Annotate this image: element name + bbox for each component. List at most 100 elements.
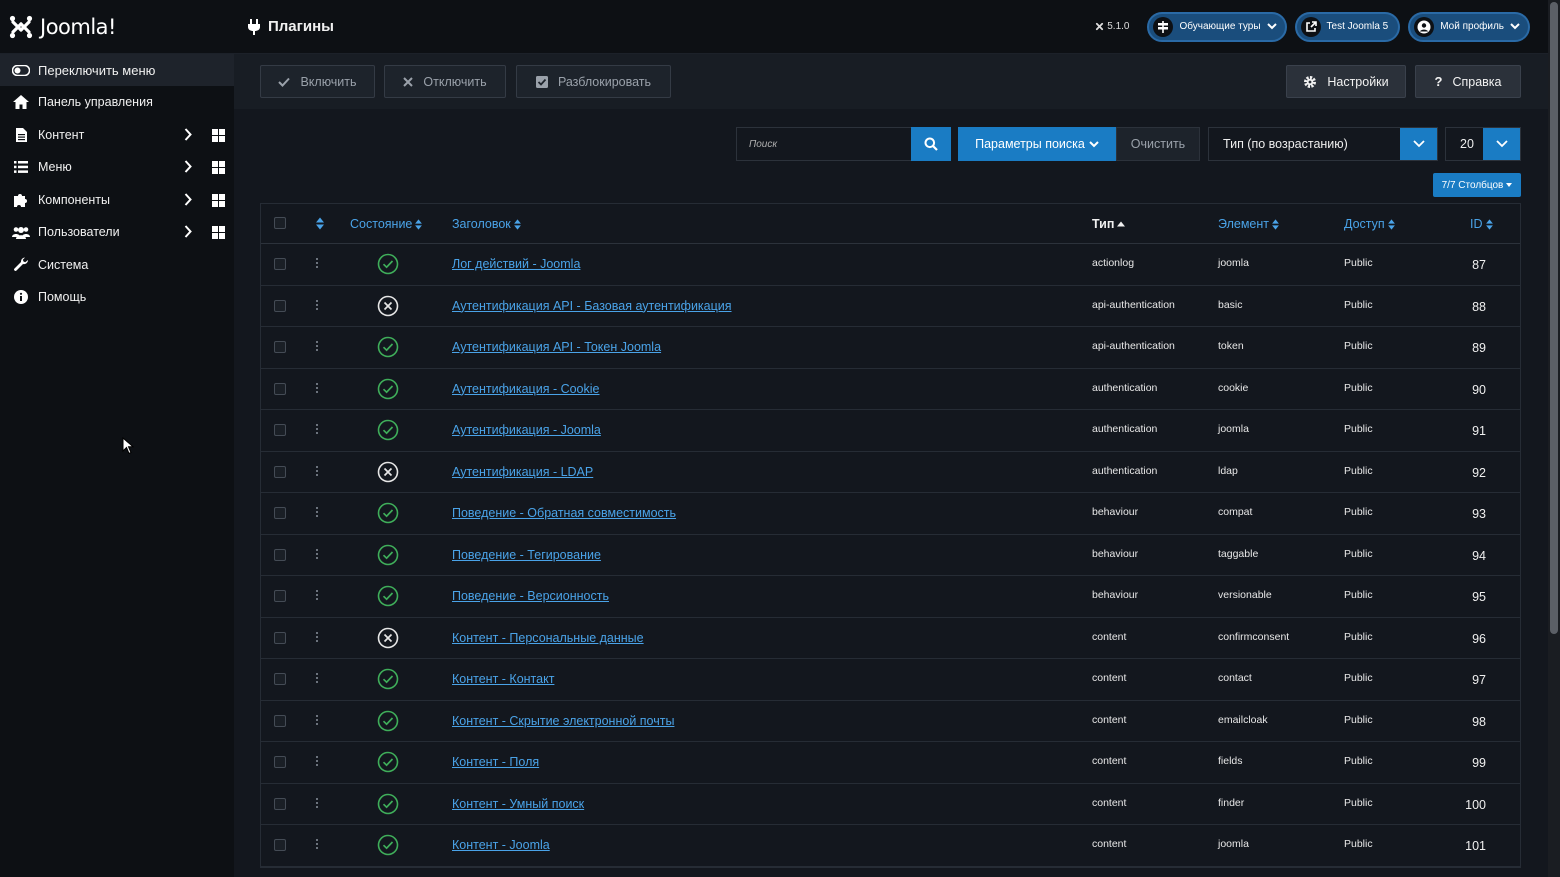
unlock-button[interactable]: Разблокировать <box>516 65 671 98</box>
th-type[interactable]: Тип <box>1092 217 1126 231</box>
enabled-status-icon[interactable] <box>377 502 399 524</box>
row-checkbox[interactable] <box>274 507 286 519</box>
row-checkbox[interactable] <box>274 631 286 644</box>
search-button[interactable] <box>911 127 951 161</box>
sort-icon[interactable] <box>316 217 324 230</box>
plugin-title-link[interactable]: Лог действий - Joomla <box>452 257 580 271</box>
row-checkbox[interactable] <box>274 797 286 810</box>
enabled-status-icon[interactable] <box>377 544 399 566</box>
drag-handle-icon[interactable] <box>316 797 319 810</box>
plugin-title-link[interactable]: Контент - Скрытие электронной почты <box>452 714 674 728</box>
profile-button[interactable]: Мой профиль <box>1408 11 1530 42</box>
th-title[interactable]: Заголовок <box>452 217 521 231</box>
row-checkbox[interactable] <box>274 714 286 727</box>
row-checkbox[interactable] <box>274 382 286 395</box>
scrollbar-thumb[interactable] <box>1550 2 1558 634</box>
dashboard-grid-icon[interactable] <box>212 161 225 174</box>
plugin-title-link[interactable]: Аутентификация - LDAP <box>452 465 593 479</box>
drag-handle-icon[interactable] <box>316 341 319 353</box>
row-checkbox[interactable] <box>274 839 286 851</box>
plugin-title-link[interactable]: Контент - Контакт <box>452 672 554 686</box>
row-checkbox[interactable] <box>274 424 286 436</box>
drag-handle-icon[interactable] <box>316 631 319 644</box>
guided-tours-button[interactable]: Обучающие туры <box>1147 11 1287 42</box>
drag-handle-icon[interactable] <box>316 839 319 851</box>
sidebar-item-content[interactable]: Контент <box>0 119 234 152</box>
plugin-title-link[interactable]: Контент - Умный поиск <box>452 797 584 811</box>
enable-button[interactable]: Включить <box>260 65 375 98</box>
sidebar-item-menus[interactable]: Меню <box>0 151 234 184</box>
plugin-title-link[interactable]: Поведение - Версионность <box>452 589 609 603</box>
enabled-status-icon[interactable] <box>377 378 399 400</box>
plugin-title-link[interactable]: Контент - Персональные данные <box>452 631 644 645</box>
enabled-status-icon[interactable] <box>377 793 399 815</box>
scrollbar[interactable] <box>1548 0 1560 877</box>
drag-handle-icon[interactable] <box>316 465 319 478</box>
select-all-checkbox[interactable] <box>274 217 286 229</box>
drag-handle-icon[interactable] <box>316 714 319 727</box>
th-status[interactable]: Состояние <box>350 217 423 231</box>
th-element[interactable]: Элемент <box>1218 217 1279 231</box>
th-access[interactable]: Доступ <box>1344 217 1395 231</box>
sidebar-item-users[interactable]: Пользователи <box>0 216 234 249</box>
row-checkbox[interactable] <box>274 673 286 685</box>
row-checkbox[interactable] <box>274 299 286 312</box>
dashboard-grid-icon[interactable] <box>212 193 225 207</box>
drag-handle-icon[interactable] <box>316 382 319 395</box>
sidebar-item-system[interactable]: Система <box>0 249 234 282</box>
enabled-status-icon[interactable] <box>377 751 399 773</box>
plugin-title-link[interactable]: Контент - Joomla <box>452 838 550 852</box>
enabled-status-icon[interactable] <box>377 253 399 275</box>
row-checkbox[interactable] <box>274 341 286 353</box>
drag-handle-icon[interactable] <box>316 673 319 685</box>
chevron-right-icon[interactable] <box>184 225 192 238</box>
enabled-status-icon[interactable] <box>377 668 399 690</box>
enabled-status-icon[interactable] <box>377 419 399 441</box>
chevron-right-icon[interactable] <box>184 160 192 173</box>
drag-handle-icon[interactable] <box>316 507 319 519</box>
disable-button[interactable]: Отключить <box>384 65 506 98</box>
plugin-title-link[interactable]: Поведение - Обратная совместимость <box>452 506 676 520</box>
drag-handle-icon[interactable] <box>316 548 319 561</box>
columns-button[interactable]: 7/7 Столбцов <box>1433 173 1521 197</box>
search-options-button[interactable]: Параметры поиска <box>958 127 1116 161</box>
sidebar-item-help[interactable]: Помощь <box>0 281 234 314</box>
drag-handle-icon[interactable] <box>316 590 319 602</box>
clear-button[interactable]: Очистить <box>1116 127 1200 161</box>
joomla-logo[interactable]: Joomla! <box>0 0 234 54</box>
plugin-title-link[interactable]: Аутентификация API - Токен Joomla <box>452 340 661 354</box>
site-link-button[interactable]: Test Joomla 5 <box>1294 11 1401 42</box>
plugin-title-link[interactable]: Аутентификация - Cookie <box>452 382 600 396</box>
dashboard-grid-icon[interactable] <box>212 128 225 142</box>
plugin-title-link[interactable]: Поведение - Тегирование <box>452 548 601 562</box>
enabled-status-icon[interactable] <box>377 710 399 732</box>
chevron-right-icon[interactable] <box>184 192 192 206</box>
disabled-status-icon[interactable] <box>377 627 399 649</box>
dashboard-grid-icon[interactable] <box>212 226 225 239</box>
drag-handle-icon[interactable] <box>316 258 319 270</box>
search-input[interactable]: Поиск <box>736 127 911 161</box>
drag-handle-icon[interactable] <box>316 424 319 436</box>
sidebar-item-components[interactable]: Компоненты <box>0 184 234 217</box>
enabled-status-icon[interactable] <box>377 585 399 607</box>
row-checkbox[interactable] <box>274 756 286 768</box>
row-checkbox[interactable] <box>274 548 286 561</box>
help-button[interactable]: ? Справка <box>1415 65 1521 98</box>
drag-handle-icon[interactable] <box>316 299 319 312</box>
plugin-title-link[interactable]: Контент - Поля <box>452 755 539 769</box>
row-checkbox[interactable] <box>274 465 286 478</box>
disabled-status-icon[interactable] <box>377 461 399 483</box>
row-checkbox[interactable] <box>274 590 286 602</box>
plugin-title-link[interactable]: Аутентификация API - Базовая аутентифика… <box>452 299 732 313</box>
options-button[interactable]: Настройки <box>1286 65 1406 98</box>
enabled-status-icon[interactable] <box>377 336 399 358</box>
sidebar-item-dashboard[interactable]: Панель управления <box>0 86 234 119</box>
sort-select[interactable]: Тип (по возрастанию) <box>1208 127 1438 161</box>
chevron-right-icon[interactable] <box>184 127 192 141</box>
enabled-status-icon[interactable] <box>377 834 399 856</box>
limit-select[interactable]: 20 <box>1445 127 1521 161</box>
disabled-status-icon[interactable] <box>377 295 399 317</box>
th-id[interactable]: ID <box>1470 217 1493 231</box>
sidebar-item-toggle-menu[interactable]: Переключить меню <box>0 54 234 86</box>
plugin-title-link[interactable]: Аутентификация - Joomla <box>452 423 601 437</box>
